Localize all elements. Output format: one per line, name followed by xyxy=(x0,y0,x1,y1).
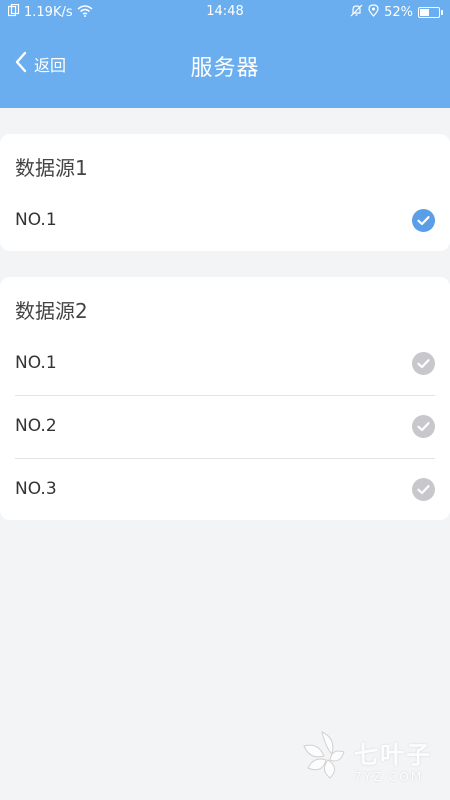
status-right: 52% xyxy=(350,4,443,21)
data-source-card-2: 数据源2 NO.1 NO.2 NO.3 xyxy=(0,277,450,520)
bell-muted-icon xyxy=(350,4,363,21)
server-option-1-1[interactable]: NO.1 xyxy=(0,190,450,253)
group-title-2: 数据源2 xyxy=(15,299,88,323)
check-circle-icon xyxy=(412,352,435,375)
location-icon xyxy=(368,4,379,21)
option-label: NO.2 xyxy=(15,416,57,436)
server-option-2-3[interactable]: NO.3 xyxy=(0,459,450,522)
watermark-en: 7YZ.COM xyxy=(354,769,424,784)
battery-icon xyxy=(418,7,443,18)
server-option-2-2[interactable]: NO.2 xyxy=(0,396,450,459)
check-circle-icon xyxy=(412,209,435,232)
option-label: NO.3 xyxy=(15,479,57,499)
watermark-text: 七叶子 7YZ.COM xyxy=(354,735,432,784)
page-title: 服务器 xyxy=(190,56,260,81)
watermark: 七叶子 7YZ.COM xyxy=(296,728,446,790)
watermark-cn: 七叶子 xyxy=(354,740,432,769)
battery-percent: 52% xyxy=(384,5,413,20)
option-label: NO.1 xyxy=(15,353,57,373)
battery-fill xyxy=(420,9,429,16)
server-option-2-1[interactable]: NO.1 xyxy=(0,333,450,396)
check-circle-icon xyxy=(412,478,435,501)
check-circle-icon xyxy=(412,415,435,438)
leaf-logo-icon xyxy=(296,728,348,790)
navigation-bar: 返回 服务器 xyxy=(0,36,450,92)
data-source-card-1: 数据源1 NO.1 xyxy=(0,134,450,251)
status-bar: 1.19K/s 14:48 52% xyxy=(0,0,450,24)
header: 1.19K/s 14:48 52% 返回 服务器 xyxy=(0,0,450,108)
option-label: NO.1 xyxy=(15,210,57,230)
group-title-1: 数据源1 xyxy=(15,156,88,180)
